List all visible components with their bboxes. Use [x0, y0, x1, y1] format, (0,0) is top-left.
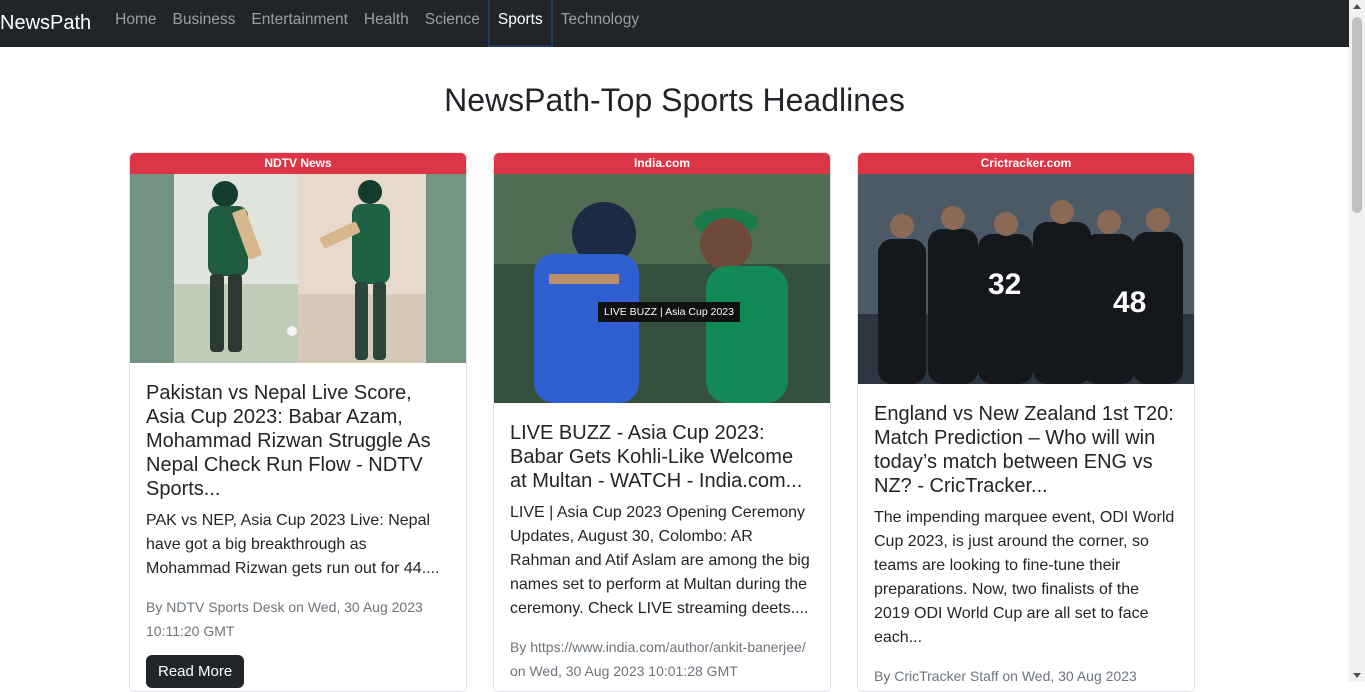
nav-sports[interactable]: Sports — [487, 0, 553, 47]
article-meta: By https://www.india.com/author/ankit-ba… — [510, 639, 806, 679]
scroll-up-arrow-icon[interactable] — [1353, 4, 1361, 9]
article-meta: By CricTracker Staff on Wed, 30 Aug 2023 — [874, 668, 1137, 684]
scrollbar-thumb[interactable] — [1352, 17, 1362, 213]
source-badge: Crictracker.com — [858, 153, 1194, 174]
news-card: NDTV News Pakistan vs Nepal Live Score, … — [129, 152, 467, 692]
nav-entertainment[interactable]: Entertainment — [243, 0, 356, 47]
nav-science[interactable]: Science — [417, 0, 488, 47]
article-image: LIVE BUZZ | Asia Cup 2023 — [494, 174, 830, 403]
image-caption: LIVE BUZZ | Asia Cup 2023 — [598, 302, 740, 322]
article-title[interactable]: Pakistan vs Nepal Live Score, Asia Cup 2… — [146, 381, 450, 501]
page-title: NewsPath-Top Sports Headlines — [444, 82, 905, 118]
svg-text:32: 32 — [988, 268, 1021, 301]
article-description: PAK vs NEP, Asia Cup 2023 Live: Nepal ha… — [146, 512, 440, 577]
svg-text:48: 48 — [1113, 286, 1146, 319]
source-badge: NDTV News — [130, 153, 466, 174]
article-meta: By NDTV Sports Desk on Wed, 30 Aug 2023 … — [146, 599, 423, 639]
scroll-down-arrow-icon[interactable] — [1353, 673, 1361, 678]
article-description: The impending marquee event, ODI World C… — [874, 509, 1175, 646]
nav-health[interactable]: Health — [356, 0, 417, 47]
news-card: India.com LIVE BUZZ | Asia Cup 2023 LIVE… — [493, 152, 831, 692]
nav-home[interactable]: Home — [107, 0, 164, 47]
page-scrollbar[interactable] — [1349, 0, 1365, 682]
nav-business[interactable]: Business — [165, 0, 244, 47]
source-badge: India.com — [494, 153, 830, 174]
article-image — [130, 174, 466, 363]
article-title[interactable]: England vs New Zealand 1st T20: Match Pr… — [874, 402, 1178, 498]
news-card: Crictracker.com 32 48 England vs New Zea… — [857, 152, 1195, 692]
article-image: 32 48 — [858, 174, 1194, 384]
brand-logo[interactable]: NewsPath — [0, 12, 91, 35]
article-title[interactable]: LIVE BUZZ - Asia Cup 2023: Babar Gets Ko… — [510, 421, 814, 493]
nav-technology[interactable]: Technology — [553, 0, 647, 47]
read-more-button[interactable]: Read More — [146, 655, 245, 688]
top-navbar: NewsPath Home Business Entertainment Hea… — [0, 0, 1349, 47]
article-description: LIVE | Asia Cup 2023 Opening Ceremony Up… — [510, 504, 810, 617]
